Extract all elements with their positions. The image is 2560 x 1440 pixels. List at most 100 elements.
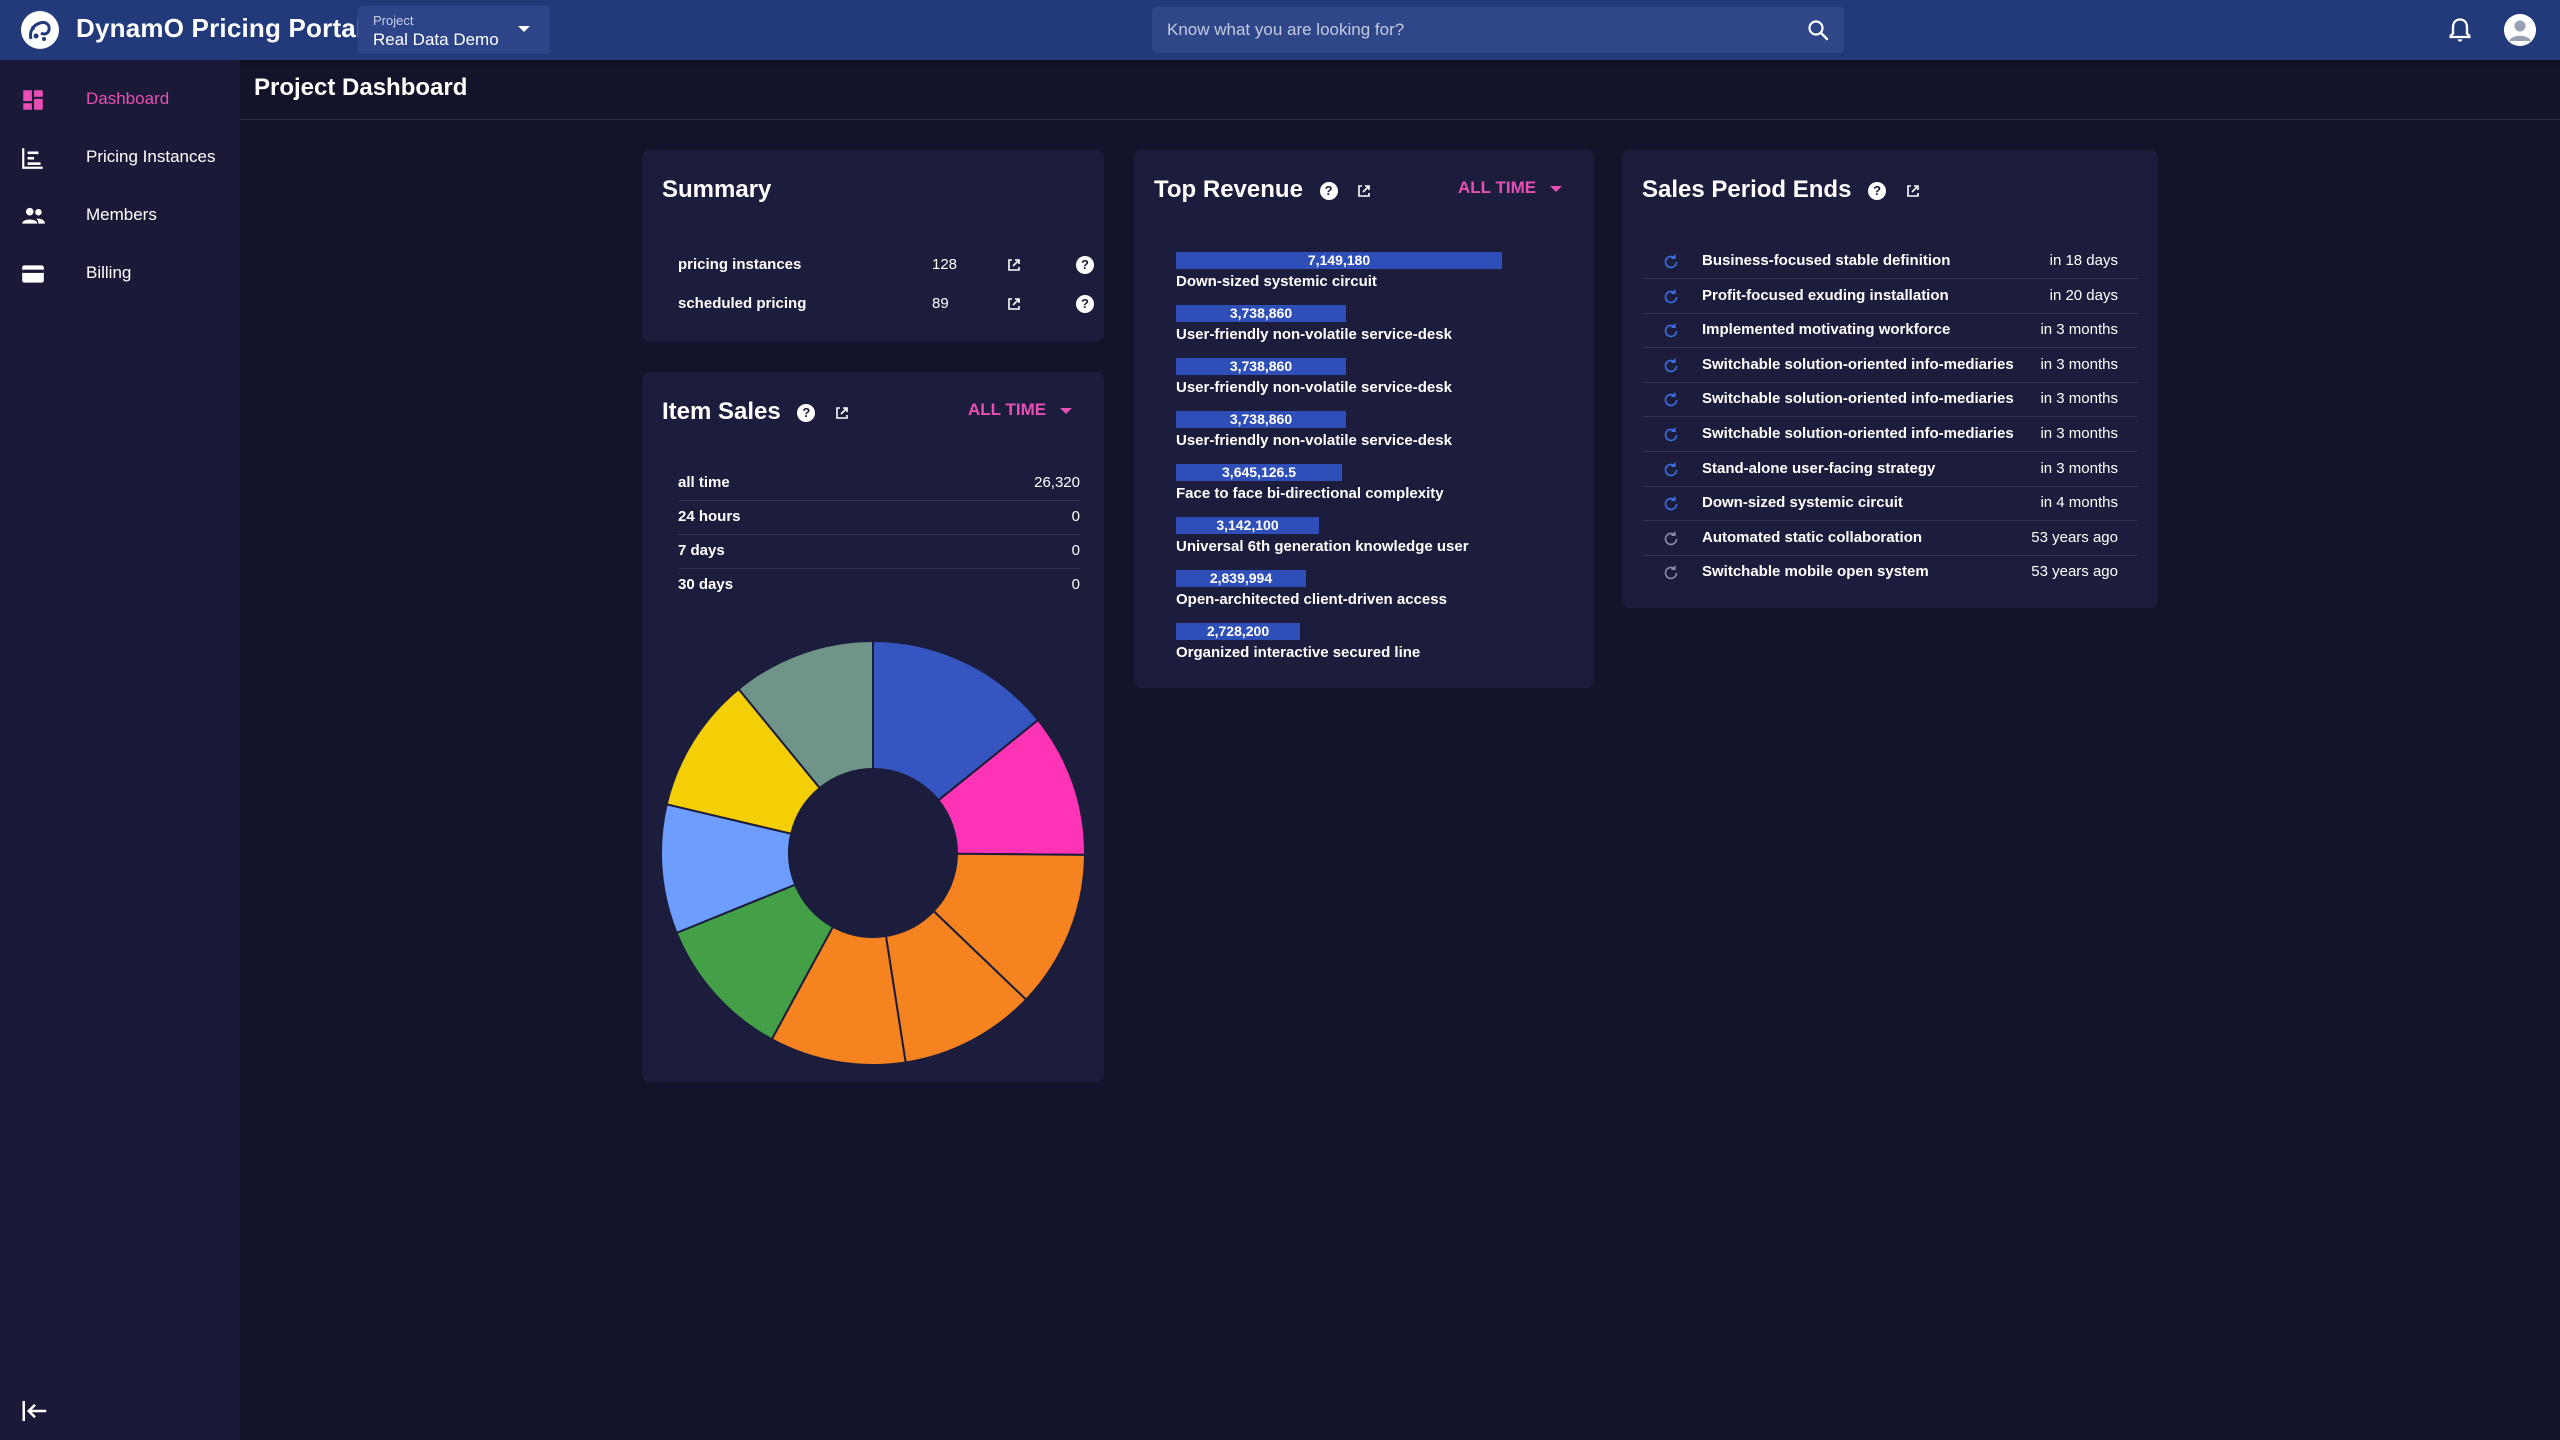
revenue-item-name: Organized interactive secured line: [1176, 644, 1421, 661]
project-selector-label: Project: [373, 13, 414, 28]
revenue-item-name: Universal 6th generation knowledge user: [1176, 538, 1469, 555]
sales-period-time: 53 years ago: [2031, 563, 2118, 581]
sidebar-item-pricing-instances[interactable]: Pricing Instances: [0, 132, 240, 182]
revenue-item-name: Open-architected client-driven access: [1176, 591, 1447, 608]
sales-period-name: Switchable solution-oriented info-mediar…: [1702, 355, 2014, 373]
help-icon[interactable]: ?: [797, 403, 816, 422]
revenue-bar-value: 3,738,860: [1229, 411, 1293, 427]
sales-period-time: in 18 days: [2049, 252, 2118, 269]
revenue-item-name: User-friendly non-volatile service-desk: [1176, 432, 1452, 449]
sales-period-name: Profit-focused exuding installation: [1702, 286, 1949, 304]
table-row: 7 days 0: [678, 534, 1080, 569]
help-icon[interactable]: ?: [1076, 256, 1094, 274]
external-link-icon[interactable]: [1006, 257, 1022, 273]
revenue-bar-value: 3,738,860: [1229, 305, 1293, 321]
sales-period-time: in 3 months: [2040, 321, 2118, 339]
item-sales-donut-chart: [660, 640, 1086, 1066]
list-item[interactable]: Switchable solution-oriented info-mediar…: [1642, 348, 2138, 383]
sales-period-time: in 4 months: [2040, 494, 2118, 512]
item-sales-title: Item Sales ?: [662, 398, 850, 426]
help-icon[interactable]: ?: [1076, 295, 1094, 313]
list-item[interactable]: Switchable mobile open system 53 years ag…: [1642, 555, 2138, 589]
page-title: Project Dashboard: [254, 74, 468, 101]
refresh-icon: [1664, 323, 1678, 338]
external-link-icon[interactable]: [1356, 183, 1372, 199]
table-row: 24 hours 0: [678, 500, 1080, 535]
refresh-icon: [1664, 566, 1678, 580]
list-item[interactable]: Implemented motivating workforce in 3 mon…: [1642, 313, 2138, 349]
sales-period-title-text: Sales Period Ends: [1642, 176, 1852, 203]
sales-period-name: Implemented motivating workforce: [1702, 321, 1951, 339]
project-selector[interactable]: Project Real Data Demo: [358, 6, 550, 54]
summary-label: pricing instances: [678, 256, 802, 273]
refresh-icon: [1664, 462, 1678, 476]
external-link-icon[interactable]: [1905, 183, 1921, 199]
collapse-sidebar-icon[interactable]: [20, 1396, 50, 1426]
refresh-icon: [1664, 289, 1678, 303]
sales-period-name: Automated static collaboration: [1702, 528, 1923, 546]
search-input[interactable]: Know what you are looking for?: [1152, 7, 1844, 53]
credit-card-icon: [22, 265, 44, 283]
list-item[interactable]: Automated static collaboration 53 years a…: [1642, 521, 2138, 556]
summary-row: pricing instances 128 ?: [678, 244, 1094, 282]
item-sales-period-select[interactable]: ALL TIME: [968, 400, 1073, 420]
item-sales-label: 30 days: [678, 576, 734, 593]
revenue-bar-value: 2,839,994: [1209, 570, 1273, 586]
sidebar-item-billing[interactable]: Billing: [0, 248, 240, 298]
sales-period-time: in 3 months: [2040, 425, 2118, 442]
help-icon[interactable]: ?: [1868, 181, 1887, 200]
table-row: all time 26,320: [678, 466, 1080, 501]
help-icon[interactable]: ?: [1319, 181, 1338, 200]
sidebar-item-label: Pricing Instances: [86, 147, 216, 166]
item-sales-label: all time: [678, 474, 730, 491]
summary-label: scheduled pricing: [678, 295, 807, 312]
header-divider: [240, 119, 2560, 120]
sales-period-name: Business-focused stable definition: [1702, 252, 1951, 269]
refresh-icon: [1664, 496, 1678, 511]
item-sales-value: 0: [1071, 576, 1080, 593]
revenue-bar-value: 2,728,200: [1206, 623, 1270, 639]
avatar[interactable]: [2504, 14, 2536, 46]
sidebar-item-dashboard[interactable]: Dashboard: [0, 74, 240, 124]
list-item[interactable]: Switchable solution-oriented info-mediar…: [1642, 417, 2138, 452]
user-icon: [2504, 14, 2536, 46]
people-icon: [22, 207, 45, 224]
chevron-down-icon: [1060, 407, 1073, 414]
list-item[interactable]: Business-focused stable definition in 18 …: [1642, 244, 2138, 279]
top-revenue-period-select[interactable]: ALL TIME: [1458, 178, 1563, 198]
external-link-icon[interactable]: [1006, 296, 1022, 312]
revenue-bar-item: 3,738,860 User-friendly non-volatile serv…: [1176, 358, 1596, 411]
sidebar-item-label: Dashboard: [86, 89, 170, 108]
bell-icon[interactable]: [2446, 16, 2474, 44]
table-row: 30 days 0: [678, 568, 1080, 602]
dashboard-icon: [23, 90, 43, 110]
revenue-bar-item: 7,149,180 Down-sized systemic circuit: [1176, 252, 1596, 305]
refresh-icon: [1664, 358, 1678, 372]
sales-period-name: Switchable solution-oriented info-mediar…: [1702, 390, 2014, 408]
search-icon[interactable]: [1806, 18, 1830, 42]
external-link-icon[interactable]: [834, 405, 850, 421]
item-sales-value: 0: [1071, 508, 1080, 525]
sales-period-name: Switchable mobile open system: [1702, 563, 1929, 581]
refresh-icon: [1664, 254, 1678, 269]
summary-title: Summary: [662, 176, 772, 203]
list-item[interactable]: Profit-focused exuding installation in 20…: [1642, 279, 2138, 314]
item-sales-value: 26,320: [1034, 474, 1080, 491]
list-item[interactable]: Down-sized systemic circuit in 4 months: [1642, 486, 2138, 522]
list-item[interactable]: Switchable solution-oriented info-mediar…: [1642, 382, 2138, 418]
refresh-icon: [1664, 427, 1678, 442]
chevron-down-icon: [518, 26, 530, 32]
refresh-icon: [1664, 531, 1678, 545]
revenue-bar-item: 3,738,860 User-friendly non-volatile serv…: [1176, 411, 1596, 464]
sidebar-item-members[interactable]: Members: [0, 190, 240, 240]
chevron-down-icon: [1550, 185, 1563, 192]
logo-icon[interactable]: [20, 10, 60, 50]
sales-period-time: in 20 days: [2049, 286, 2118, 304]
sales-period-name: Switchable solution-oriented info-mediar…: [1702, 425, 2014, 442]
top-bar: DynamO Pricing Portal Project Real Data …: [0, 0, 2560, 60]
sales-period-time: in 3 months: [2040, 459, 2118, 477]
summary-value: 89: [932, 295, 949, 312]
revenue-bar-item: 3,142,100 Universal 6th generation knowle…: [1176, 517, 1596, 570]
top-revenue-title-text: Top Revenue: [1154, 176, 1303, 203]
list-item[interactable]: Stand-alone user-facing strategy in 3 mon…: [1642, 452, 2138, 487]
